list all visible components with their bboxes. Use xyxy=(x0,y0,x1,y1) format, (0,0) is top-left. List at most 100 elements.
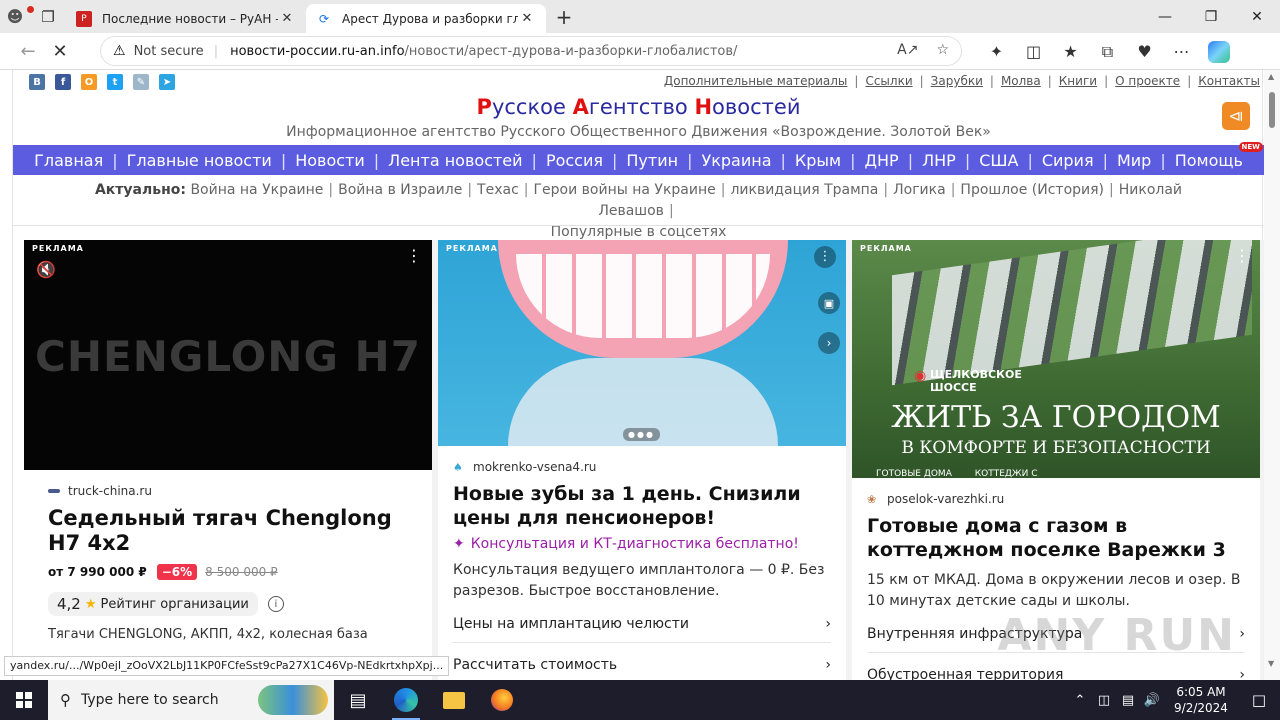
ad-menu-icon[interactable]: ⋮ xyxy=(406,246,422,265)
taskbar-file-explorer[interactable] xyxy=(430,680,478,720)
telegram-icon[interactable]: ➤ xyxy=(159,74,175,90)
close-tab-icon[interactable]: ✕ xyxy=(518,11,536,26)
top-link-rumor[interactable]: Молва xyxy=(1001,74,1041,88)
network-drive-icon[interactable]: ◫ xyxy=(1092,693,1116,708)
nav-item-news[interactable]: Новости xyxy=(295,151,365,170)
scroll-up-icon[interactable]: ▲ xyxy=(1268,72,1274,81)
extensions-icon[interactable]: ✦ xyxy=(978,42,1015,61)
taskbar-search[interactable]: ⚲ Type here to search xyxy=(48,680,334,720)
ad-title[interactable]: Седельный тягач Chenglong H7 4х2 xyxy=(24,506,432,556)
close-window-button[interactable]: ✕ xyxy=(1234,0,1280,33)
nav-item-putin[interactable]: Путин xyxy=(626,151,678,170)
nav-item-syria[interactable]: Сирия xyxy=(1042,151,1094,170)
ad-sitelink[interactable]: Рассчитать стоимость › xyxy=(453,657,831,680)
more-menu-icon[interactable]: ⋯ xyxy=(1163,42,1200,61)
nav-item-lnr[interactable]: ЛНР xyxy=(922,151,956,170)
browser-essentials-icon[interactable]: ♥ xyxy=(1126,42,1163,61)
ad-title[interactable]: Новые зубы за 1 день. Снизили цены для п… xyxy=(438,482,846,530)
ad-image-dental[interactable]: РЕКЛАМА ⋮ ▣ › ●●● xyxy=(438,240,846,446)
top-link-books[interactable]: Книги xyxy=(1059,74,1097,88)
tab-actions-button[interactable]: ❐ xyxy=(30,0,66,33)
clock[interactable]: 6:05 AM 9/2/2024 xyxy=(1164,684,1238,716)
topic-link[interactable]: Прошлое (История) xyxy=(960,182,1104,198)
scroll-down-icon[interactable]: ▼ xyxy=(1268,659,1274,668)
notification-icon[interactable]: □ xyxy=(1238,691,1280,709)
facebook-icon[interactable]: f xyxy=(55,74,71,90)
tab-durov-arrest[interactable]: ⟳ Арест Дурова и разборки глоба ✕ xyxy=(306,4,546,33)
nav-item-world[interactable]: Мир xyxy=(1117,151,1151,170)
ad-source[interactable]: ♠ mokrenko-vsena4.ru xyxy=(438,460,846,474)
nav-item-crimea[interactable]: Крым xyxy=(795,151,841,170)
restore-button[interactable]: ❐ xyxy=(1188,0,1234,33)
top-link-links[interactable]: Ссылки xyxy=(865,74,912,88)
nav-item-usa[interactable]: США xyxy=(979,151,1018,170)
ad-card-truck[interactable]: РЕКЛАМА ⋮ 🔇 CHENGLONG H7 truck-china.ru … xyxy=(24,240,432,680)
minimize-button[interactable]: — xyxy=(1142,0,1188,33)
ad-title[interactable]: Готовые дома с газом в коттеджном поселк… xyxy=(852,514,1260,562)
nav-item-help[interactable]: Помощь NEW xyxy=(1175,141,1263,170)
ad-source[interactable]: ❀ poselok-varezhki.ru xyxy=(852,492,1260,506)
slide-dots[interactable]: ●●● xyxy=(623,428,660,441)
network-icon[interactable]: ▤ xyxy=(1116,693,1140,708)
ad-menu-icon[interactable]: ⋮ xyxy=(1234,246,1250,265)
topic-link[interactable]: ликвидация Трампа xyxy=(730,182,878,198)
split-screen-icon[interactable]: ◫ xyxy=(1015,42,1052,61)
topic-link[interactable]: Герои войны на Украине xyxy=(534,182,716,198)
top-link-about[interactable]: О проекте xyxy=(1115,74,1180,88)
nav-item-russia[interactable]: Россия xyxy=(546,151,603,170)
nav-item-feed[interactable]: Лента новостей xyxy=(388,151,522,170)
vk-icon[interactable]: В xyxy=(29,74,45,90)
ad-image-houses[interactable]: РЕКЛАМА ⋮ ◉ ЩЕЛКОВСКОЕ ШОССЕ ЖИТЬ ЗА ГОР… xyxy=(852,240,1260,478)
top-link-notches[interactable]: Зарубки xyxy=(931,74,983,88)
back-button[interactable]: ← xyxy=(12,41,44,62)
task-view-button[interactable]: ▤ xyxy=(334,680,382,720)
site-logo[interactable]: Русское Агентство Новостей xyxy=(13,95,1264,119)
start-button[interactable] xyxy=(0,680,48,720)
ad-promo[interactable]: ✦ Консультация и КТ-диагностика бесплатн… xyxy=(438,536,846,552)
livejournal-icon[interactable]: ✎ xyxy=(133,74,149,90)
ad-source[interactable]: truck-china.ru xyxy=(24,484,432,498)
rating-pill[interactable]: 4,2 ★ Рейтинг организации xyxy=(48,592,258,616)
nav-item-home[interactable]: Главная xyxy=(34,151,103,170)
not-secure-label[interactable]: Not secure xyxy=(134,44,204,59)
nav-item-dnr[interactable]: ДНР xyxy=(865,151,899,170)
stop-loading-button[interactable]: ✕ xyxy=(44,41,76,62)
scroll-thumb[interactable] xyxy=(1269,92,1275,128)
lens-icon[interactable]: ▣ xyxy=(818,292,840,314)
nav-item-main-news[interactable]: Главные новости xyxy=(127,151,272,170)
page-scrollbar[interactable]: ▲ ▼ xyxy=(1264,70,1280,680)
ad-sitelink[interactable]: Цены на имплантацию челюсти › xyxy=(453,616,831,643)
taskbar-firefox[interactable] xyxy=(478,680,526,720)
odnoklassniki-icon[interactable]: О xyxy=(81,74,97,90)
topic-link[interactable]: Война на Украине xyxy=(190,182,323,198)
muted-speaker-icon[interactable]: 🔇 xyxy=(36,260,56,279)
read-aloud-icon[interactable]: A↗ xyxy=(897,42,918,58)
address-field[interactable]: ⚠ Not secure | новости-россии.ru-an.info… xyxy=(100,36,962,66)
nav-item-ukraine[interactable]: Украина xyxy=(701,151,771,170)
topic-link[interactable]: Популярные в соцсетях xyxy=(551,224,727,240)
rss-icon[interactable]: ⧏ xyxy=(1222,102,1250,130)
topic-link[interactable]: Техас xyxy=(477,182,519,198)
info-icon[interactable]: i xyxy=(267,596,284,612)
topic-link[interactable]: Логика xyxy=(893,182,946,198)
taskbar-edge[interactable] xyxy=(382,680,430,720)
twitter-icon[interactable]: t xyxy=(107,74,123,90)
top-link-extra[interactable]: Дополнительные материалы xyxy=(664,74,848,88)
collections-icon[interactable]: ⧉ xyxy=(1089,42,1126,62)
next-slide-icon[interactable]: › xyxy=(818,332,840,354)
chevron-up-icon[interactable]: ⌃ xyxy=(1068,693,1092,708)
close-tab-icon[interactable]: ✕ xyxy=(278,11,296,26)
profile-button[interactable]: ☻ xyxy=(0,0,34,33)
ad-sitelink[interactable]: Обустроенная территория › xyxy=(867,667,1245,680)
ad-video[interactable]: РЕКЛАМА ⋮ 🔇 CHENGLONG H7 xyxy=(24,240,432,470)
favorites-icon[interactable]: ★ xyxy=(1052,42,1089,61)
favorite-star-icon[interactable]: ☆ xyxy=(936,42,949,58)
copilot-icon[interactable] xyxy=(1208,40,1230,63)
new-tab-button[interactable]: + xyxy=(546,5,582,29)
top-link-contacts[interactable]: Контакты xyxy=(1198,74,1260,88)
volume-icon[interactable]: 🔊 xyxy=(1140,693,1164,708)
ad-card-dental[interactable]: РЕКЛАМА ⋮ ▣ › ●●● ♠ mokrenko-vsena4.ru Но… xyxy=(438,240,846,680)
topic-link[interactable]: Война в Израиле xyxy=(338,182,462,198)
tab-ruan-news[interactable]: Р Последние новости – РуАН – Ру ✕ xyxy=(66,4,306,33)
ad-menu-icon[interactable]: ⋮ xyxy=(814,246,836,268)
